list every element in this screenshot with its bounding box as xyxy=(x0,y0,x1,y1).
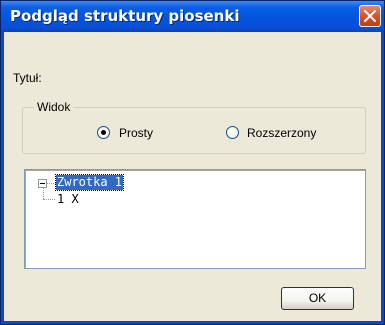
dialog-window: Podgląd struktury piosenki Tytuł: Widok … xyxy=(0,0,385,325)
window-frame-bottom xyxy=(1,321,384,324)
radio-prosty[interactable] xyxy=(97,126,110,139)
minus-icon xyxy=(40,183,45,184)
tree-connector xyxy=(47,183,56,184)
collapse-toggle[interactable] xyxy=(38,179,47,188)
ok-button[interactable]: OK xyxy=(281,287,354,310)
title-label: Tytuł: xyxy=(13,71,42,85)
tree-node-child[interactable]: 1 X xyxy=(57,192,79,207)
close-icon xyxy=(364,10,376,22)
radio-prosty-label[interactable]: Prosty xyxy=(119,126,153,140)
title-bar[interactable]: Podgląd struktury piosenki xyxy=(1,1,384,32)
tree-connector xyxy=(43,188,44,199)
window-title: Podgląd struktury piosenki xyxy=(10,7,240,25)
tree-node-root[interactable]: Zwrotka 1 xyxy=(54,174,125,191)
radio-rozszerzony-label[interactable]: Rozszerzony xyxy=(247,126,316,140)
view-group-legend: Widok xyxy=(34,100,74,114)
structure-tree[interactable]: Zwrotka 1 1 X xyxy=(24,169,366,269)
window-frame-left xyxy=(1,32,4,324)
close-button[interactable] xyxy=(359,5,381,27)
tree-connector xyxy=(43,199,55,200)
radio-rozszerzony[interactable] xyxy=(226,126,239,139)
window-frame-right xyxy=(381,32,384,324)
radio-selected-dot xyxy=(101,130,106,135)
